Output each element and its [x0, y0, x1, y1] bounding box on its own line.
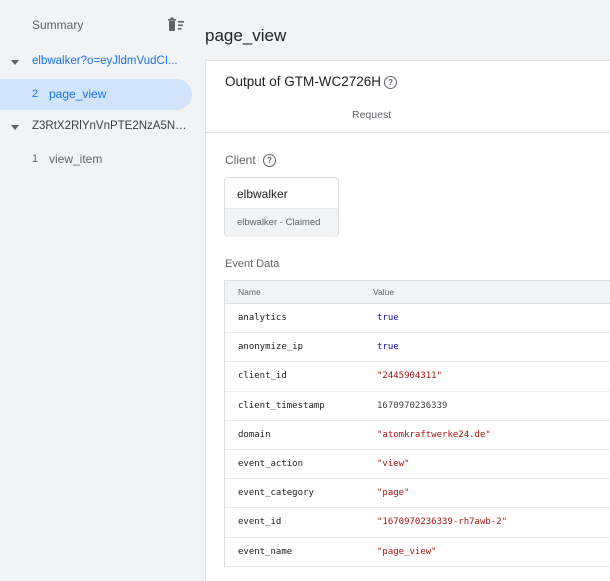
summary-item[interactable]: Summary [0, 0, 193, 50]
summary-label: Summary [32, 18, 84, 32]
event-number: 1 [32, 153, 39, 165]
row-value: "2445904311" [377, 371, 443, 382]
event-name: page_view [49, 87, 107, 101]
table-row: domain "atomkraftwerke24.de" [225, 421, 610, 450]
row-name: anonymize_ip [238, 342, 304, 353]
row-value: "page" [377, 488, 410, 499]
event-item-page-view[interactable]: 2 page_view [0, 79, 193, 110]
container-item[interactable]: Z3RtX2RlYnVnPTE2NzA5Nz... [0, 113, 193, 143]
row-value: true [377, 342, 399, 353]
client-label: Client [225, 153, 256, 167]
client-name: elbwalker [237, 187, 288, 201]
tab-request[interactable]: Request [352, 109, 391, 121]
tab-divider [206, 132, 610, 133]
event-data-table: Name Value analytics true anonymize_ip t… [224, 280, 610, 567]
row-name: event_name [238, 546, 293, 557]
row-value: "view" [377, 458, 410, 469]
client-status-bar: elbwalker - Claimed [225, 208, 338, 237]
caret-down-icon[interactable] [11, 125, 19, 130]
row-name: domain [238, 429, 271, 440]
event-number: 2 [32, 88, 39, 100]
row-name: client_id [238, 371, 287, 382]
row-value: "page_view" [377, 546, 437, 557]
help-circle-icon[interactable]: ? [263, 154, 276, 167]
event-item-view-item[interactable]: 1 view_item [0, 144, 193, 175]
table-row: client_timestamp 1670970236339 [225, 392, 610, 421]
row-name: event_category [238, 488, 314, 499]
table-row: event_name "page_view" [225, 538, 610, 567]
column-header-value: Value [373, 287, 395, 297]
row-value: "atomkraftwerke24.de" [377, 429, 491, 440]
row-name: event_action [238, 458, 304, 469]
event-name: view_item [49, 152, 103, 166]
row-name: analytics [238, 313, 287, 323]
caret-down-icon[interactable] [11, 60, 19, 65]
container-label: elbwalker?o=eyJldmVudCI... [32, 55, 178, 67]
sidebar: Summary elbwalker?o=eyJldmVudCI... 2 pag… [0, 0, 193, 556]
table-row: event_category "page" [225, 479, 610, 509]
row-value: 1670970236339 [377, 400, 448, 411]
table-row: anonymize_ip true [225, 333, 610, 363]
output-card: Output of GTM-WC2726H ? Request Client ?… [205, 60, 610, 581]
table-header: Name Value [225, 281, 610, 304]
table-row: client_id "2445904311" [225, 362, 610, 392]
row-value: "1670970236339-rh7awb-2" [377, 517, 508, 528]
delete-sweep-icon[interactable] [167, 16, 185, 32]
container-label: Z3RtX2RlYnVnPTE2NzA5Nz... [32, 120, 188, 132]
event-data-label: Event Data [225, 258, 280, 270]
row-name: event_id [238, 517, 282, 528]
row-name: client_timestamp [238, 400, 325, 411]
client-card[interactable]: elbwalker elbwalker - Claimed [224, 177, 339, 237]
page-title: page_view [205, 26, 287, 45]
column-header-name: Name [238, 287, 261, 297]
table-row: event_id "1670970236339-rh7awb-2" [225, 508, 610, 538]
client-status: elbwalker - Claimed [237, 217, 321, 228]
help-circle-icon[interactable]: ? [384, 76, 397, 89]
row-value: true [377, 313, 399, 323]
output-title: Output of GTM-WC2726H [225, 74, 382, 89]
table-row: event_action "view" [225, 450, 610, 480]
table-row: analytics true [225, 304, 610, 334]
container-item[interactable]: elbwalker?o=eyJldmVudCI... [0, 48, 193, 78]
